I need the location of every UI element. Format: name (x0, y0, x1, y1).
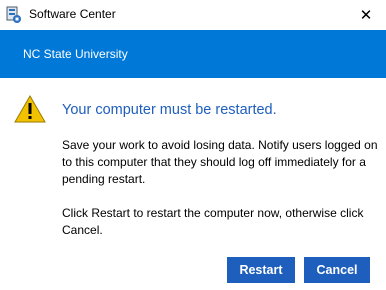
dialog-message-save-work: Save your work to avoid losing data. Not… (62, 138, 378, 186)
dialog-heading: Your computer must be restarted. (62, 102, 277, 118)
close-icon: ✕ (359, 7, 373, 24)
restart-button[interactable]: Restart (227, 257, 295, 283)
warning-icon (14, 95, 46, 123)
title-bar: Software Center ✕ (0, 0, 386, 30)
close-button[interactable]: ✕ (346, 0, 386, 30)
organization-banner: NC State University (0, 30, 386, 78)
dialog-message-instructions: Click Restart to restart the computer no… (62, 206, 364, 237)
window-title: Software Center (29, 7, 116, 21)
organization-name: NC State University (23, 47, 128, 61)
software-center-icon (6, 6, 21, 23)
cancel-button[interactable]: Cancel (304, 257, 370, 283)
